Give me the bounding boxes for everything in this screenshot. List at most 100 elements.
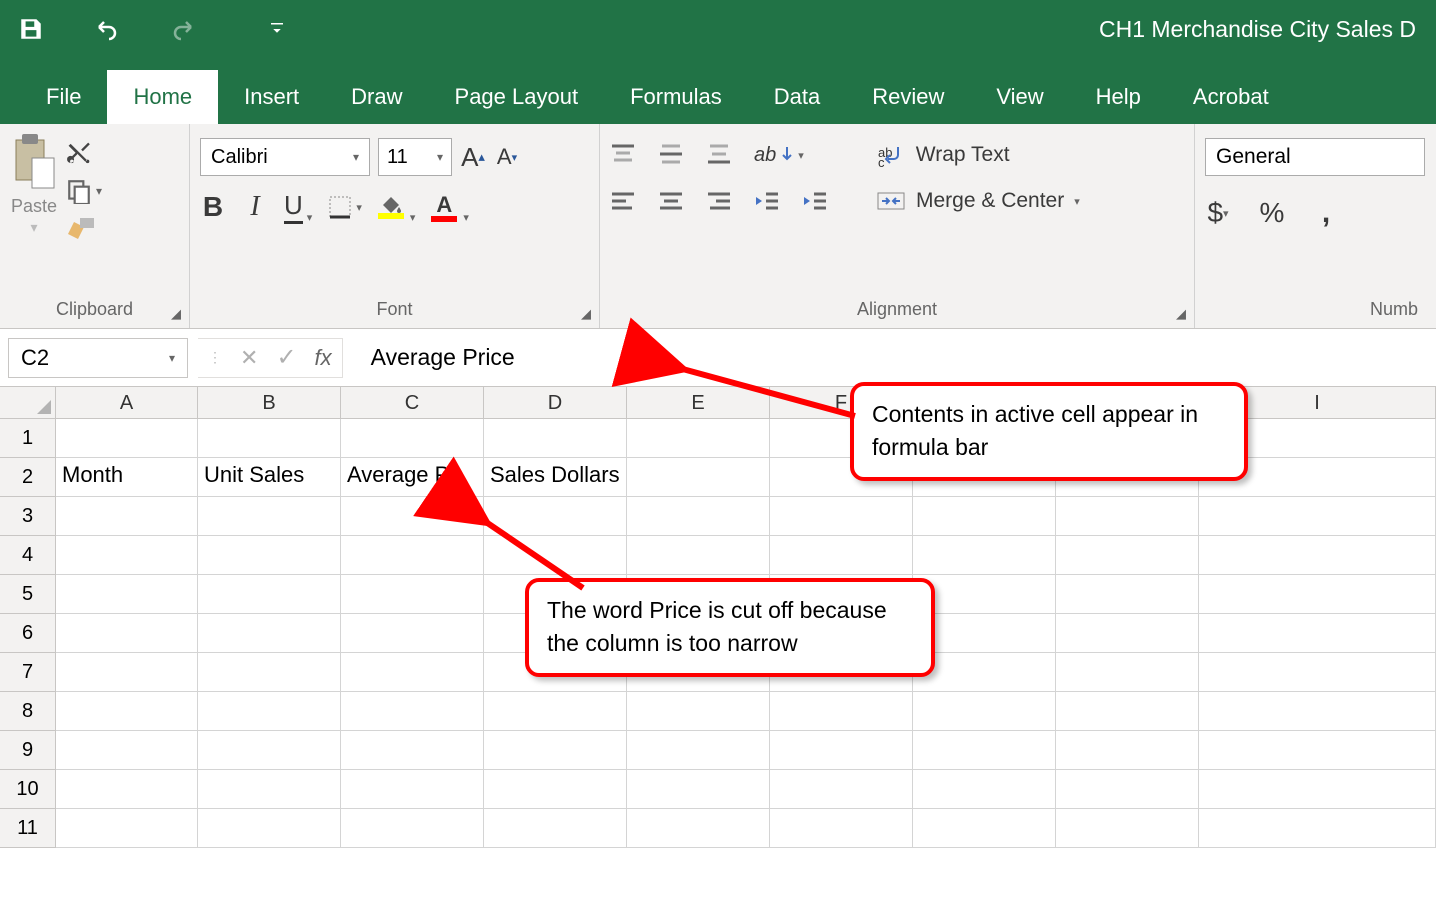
cell[interactable] <box>484 419 627 458</box>
comma-format-button[interactable]: , <box>1313 196 1339 230</box>
column-header[interactable]: A <box>56 387 198 419</box>
tab-acrobat[interactable]: Acrobat <box>1167 70 1295 124</box>
row-header[interactable]: 5 <box>0 575 56 614</box>
cell[interactable]: Unit Sales <box>198 458 341 497</box>
align-middle-icon[interactable] <box>658 138 684 172</box>
row-header[interactable]: 11 <box>0 809 56 848</box>
cell[interactable] <box>1199 575 1436 614</box>
tab-data[interactable]: Data <box>748 70 846 124</box>
customize-qat-icon[interactable] <box>264 16 290 42</box>
cell[interactable] <box>627 731 770 770</box>
font-family-select[interactable]: Calibri ▾ <box>200 138 370 176</box>
cell[interactable] <box>56 770 198 809</box>
save-icon[interactable] <box>18 16 44 42</box>
cell[interactable] <box>1056 770 1199 809</box>
cell[interactable] <box>341 614 484 653</box>
tab-page-layout[interactable]: Page Layout <box>429 70 605 124</box>
cell[interactable] <box>56 692 198 731</box>
cell[interactable]: Sales Dollars <box>484 458 627 497</box>
dialog-launcher-icon[interactable]: ◢ <box>1176 306 1186 322</box>
cell[interactable] <box>198 575 341 614</box>
cell[interactable] <box>341 692 484 731</box>
chevron-down-icon[interactable]: ▾ <box>30 219 37 236</box>
cell[interactable] <box>341 497 484 536</box>
wrap-text-button[interactable]: abc Wrap Text <box>878 138 1010 172</box>
cancel-icon[interactable]: ✕ <box>240 345 258 371</box>
increase-indent-icon[interactable] <box>802 184 828 218</box>
cell[interactable] <box>770 770 913 809</box>
decrease-font-icon[interactable]: A▾ <box>494 140 520 174</box>
cell[interactable] <box>56 575 198 614</box>
cell[interactable] <box>56 809 198 848</box>
cell[interactable] <box>484 731 627 770</box>
row-header[interactable]: 10 <box>0 770 56 809</box>
align-left-icon[interactable] <box>610 184 636 218</box>
cell[interactable] <box>198 770 341 809</box>
cell[interactable] <box>484 692 627 731</box>
cell[interactable] <box>627 770 770 809</box>
tab-home[interactable]: Home <box>107 70 218 124</box>
tab-view[interactable]: View <box>970 70 1069 124</box>
cell[interactable] <box>341 653 484 692</box>
underline-button[interactable]: U▾ <box>284 190 312 224</box>
cell[interactable] <box>341 536 484 575</box>
column-header[interactable]: C <box>341 387 484 419</box>
row-header[interactable]: 4 <box>0 536 56 575</box>
orientation-icon[interactable]: ab▾ <box>754 138 804 172</box>
cell[interactable] <box>627 497 770 536</box>
dialog-launcher-icon[interactable]: ◢ <box>171 306 181 322</box>
cell[interactable] <box>913 692 1056 731</box>
merge-center-button[interactable]: Merge & Center ▾ <box>876 184 1080 218</box>
redo-icon[interactable] <box>170 16 196 42</box>
fx-icon[interactable]: fx <box>315 345 332 371</box>
cell[interactable] <box>1056 809 1199 848</box>
row-header[interactable]: 1 <box>0 419 56 458</box>
cell[interactable] <box>198 731 341 770</box>
cell[interactable] <box>1199 692 1436 731</box>
cell[interactable] <box>913 497 1056 536</box>
cell[interactable] <box>1056 731 1199 770</box>
cell[interactable] <box>913 770 1056 809</box>
increase-font-icon[interactable]: A▴ <box>460 140 486 174</box>
cell[interactable] <box>341 809 484 848</box>
row-header[interactable]: 6 <box>0 614 56 653</box>
cell[interactable] <box>627 536 770 575</box>
cell[interactable] <box>770 731 913 770</box>
cell[interactable] <box>56 614 198 653</box>
cell[interactable] <box>627 692 770 731</box>
cell[interactable] <box>770 536 913 575</box>
cell[interactable] <box>627 809 770 848</box>
enter-icon[interactable]: ✓ <box>276 343 296 372</box>
row-header[interactable]: 2 <box>0 458 56 497</box>
accounting-format-button[interactable]: $ ▾ <box>1205 196 1231 230</box>
cell[interactable] <box>1199 770 1436 809</box>
cell[interactable] <box>56 653 198 692</box>
cell[interactable] <box>770 692 913 731</box>
font-color-button[interactable]: A <box>431 190 457 224</box>
cell[interactable] <box>627 458 770 497</box>
fill-color-button[interactable] <box>378 190 404 224</box>
dialog-launcher-icon[interactable]: ◢ <box>581 306 591 322</box>
cell[interactable]: Month <box>56 458 198 497</box>
cell[interactable] <box>56 731 198 770</box>
cell[interactable] <box>198 536 341 575</box>
tab-formulas[interactable]: Formulas <box>604 70 748 124</box>
row-header[interactable]: 9 <box>0 731 56 770</box>
paste-icon[interactable] <box>10 132 58 190</box>
percent-format-button[interactable]: % <box>1259 196 1285 230</box>
cell[interactable] <box>1056 497 1199 536</box>
cell[interactable] <box>198 497 341 536</box>
cell[interactable] <box>1056 575 1199 614</box>
cell[interactable] <box>56 419 198 458</box>
cell[interactable] <box>1199 497 1436 536</box>
formula-content[interactable]: Average Price <box>371 344 515 371</box>
format-painter-icon[interactable] <box>66 216 102 244</box>
tab-insert[interactable]: Insert <box>218 70 325 124</box>
row-header[interactable]: 7 <box>0 653 56 692</box>
cell[interactable] <box>198 419 341 458</box>
cell[interactable] <box>198 653 341 692</box>
align-right-icon[interactable] <box>706 184 732 218</box>
select-all-button corner-icon[interactable] <box>0 387 56 419</box>
cut-icon[interactable] <box>66 138 102 166</box>
cell[interactable] <box>198 809 341 848</box>
